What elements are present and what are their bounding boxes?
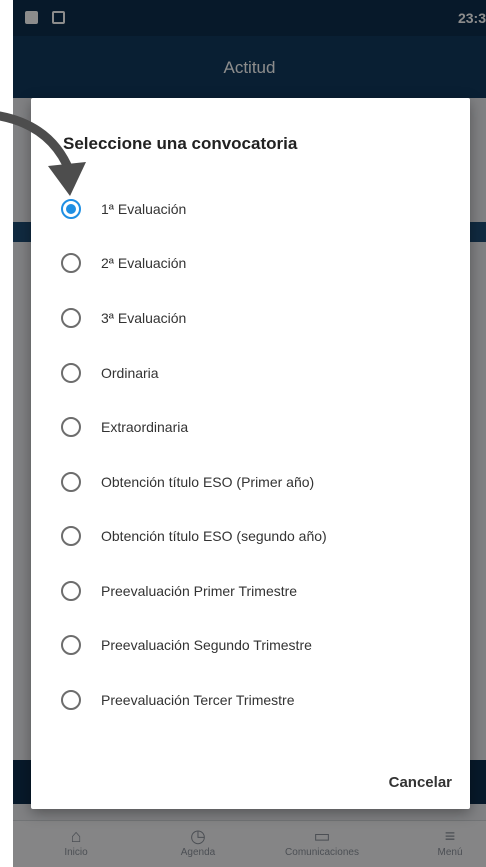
radio-button-icon[interactable] — [61, 472, 81, 492]
arrow-shaft — [0, 111, 75, 177]
option-label: 3ª Evaluación — [101, 310, 187, 326]
radio-option-5[interactable]: Extraordinaria — [61, 407, 441, 447]
option-label: Obtención título ESO (Primer año) — [101, 474, 315, 490]
radio-button-icon[interactable] — [61, 363, 81, 383]
radio-option-2[interactable]: 2ª Evaluación — [61, 243, 441, 283]
radio-button-icon[interactable] — [61, 635, 81, 655]
option-label: Preevaluación Tercer Trimestre — [101, 692, 295, 708]
radio-button-icon[interactable] — [61, 308, 81, 328]
radio-option-4[interactable]: Ordinaria — [61, 353, 441, 393]
radio-option-8[interactable]: Preevaluación Primer Trimestre — [61, 571, 441, 611]
option-label: Preevaluación Segundo Trimestre — [101, 637, 312, 653]
radio-option-9[interactable]: Preevaluación Segundo Trimestre — [61, 625, 441, 665]
radio-option-3[interactable]: 3ª Evaluación — [61, 298, 441, 338]
option-label: Obtención título ESO (segundo año) — [101, 528, 327, 544]
radio-button-icon[interactable] — [61, 526, 81, 546]
radio-button-icon[interactable] — [61, 581, 81, 601]
radio-button-icon[interactable] — [61, 417, 81, 437]
radio-option-6[interactable]: Obtención título ESO (Primer año) — [61, 462, 441, 502]
cancel-button[interactable]: Cancelar — [389, 774, 452, 791]
option-label: 2ª Evaluación — [101, 255, 187, 271]
radio-button-icon[interactable] — [61, 690, 81, 710]
radio-option-7[interactable]: Obtención título ESO (segundo año) — [61, 516, 441, 556]
option-label: Ordinaria — [101, 365, 159, 381]
option-label: Preevaluación Primer Trimestre — [101, 583, 298, 599]
radio-option-10[interactable]: Preevaluación Tercer Trimestre — [61, 680, 441, 720]
radio-button-icon[interactable] — [61, 253, 81, 273]
annotation-arrow-icon — [0, 111, 86, 196]
arrow-head — [48, 162, 86, 196]
option-label: Extraordinaria — [101, 419, 189, 435]
